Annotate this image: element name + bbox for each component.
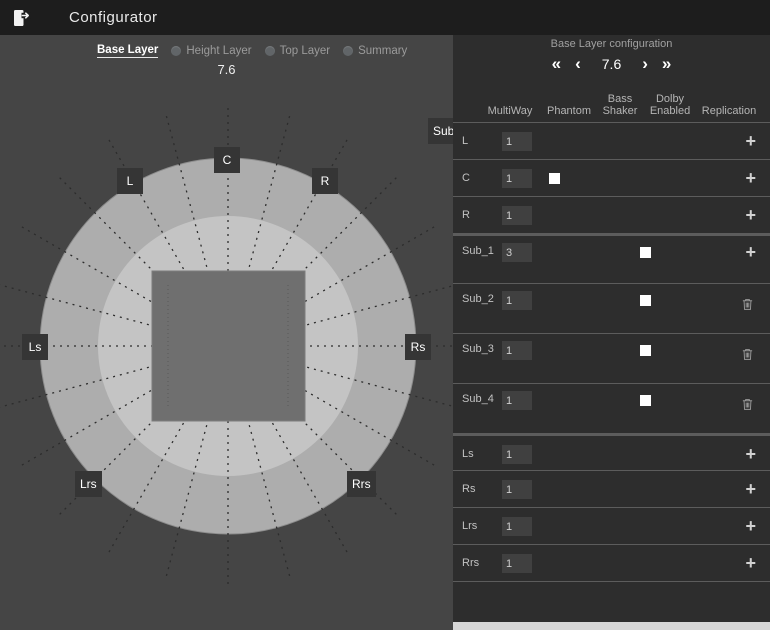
config-navigator: « ‹ 7.6 › » bbox=[453, 51, 770, 77]
add-replication-button[interactable]: + bbox=[745, 204, 756, 226]
speaker-row-rrs: Rrs + bbox=[453, 544, 770, 581]
phantom-checkbox[interactable] bbox=[549, 173, 560, 184]
speaker-label-rrs: Rrs bbox=[347, 471, 376, 497]
row-label: R bbox=[462, 209, 470, 221]
speaker-label-ls: Ls bbox=[22, 334, 48, 360]
column-multiway: MultiWay bbox=[488, 105, 533, 117]
multiway-input[interactable] bbox=[502, 391, 532, 410]
row-label: Lrs bbox=[462, 520, 477, 532]
speaker-table: L + C + R + Sub_1 + Sub_2 bbox=[453, 122, 770, 582]
speaker-row-l: L + bbox=[453, 122, 770, 159]
multiway-input[interactable] bbox=[502, 132, 532, 151]
speaker-layout-canvas: C L R Ls Rs Lrs Rrs Sub Base Layer Heigh… bbox=[0, 35, 453, 630]
speaker-label-rs: Rs bbox=[405, 334, 431, 360]
speaker-row-ls: Ls + bbox=[453, 433, 770, 470]
row-label: Ls bbox=[462, 448, 474, 460]
column-replication: Replication bbox=[702, 105, 756, 117]
speaker-row-sub1: Sub_1 + bbox=[453, 233, 770, 283]
add-replication-button[interactable]: + bbox=[745, 515, 756, 537]
multiway-input[interactable] bbox=[502, 169, 532, 188]
trash-icon bbox=[741, 397, 754, 411]
speaker-label-lrs: Lrs bbox=[75, 471, 102, 497]
speaker-row-sub4: Sub_4 bbox=[453, 383, 770, 433]
layer-tabs: Base Layer Height Layer Top Layer Summar… bbox=[97, 44, 407, 58]
speaker-row-sub3: Sub_3 bbox=[453, 333, 770, 383]
bass-shaker-checkbox[interactable] bbox=[640, 247, 651, 258]
tab-top-layer[interactable]: Top Layer bbox=[265, 45, 331, 57]
add-replication-button[interactable]: + bbox=[745, 443, 756, 465]
add-replication-button[interactable]: + bbox=[745, 130, 756, 152]
multiway-input[interactable] bbox=[502, 206, 532, 225]
current-config-label: 7.6 bbox=[0, 62, 453, 77]
speaker-label-c: C bbox=[214, 147, 240, 173]
row-label: Rs bbox=[462, 483, 475, 495]
multiway-input[interactable] bbox=[502, 341, 532, 360]
add-replication-button[interactable]: + bbox=[745, 552, 756, 574]
speaker-layout-diagram bbox=[0, 35, 453, 630]
app-title: Configurator bbox=[69, 9, 158, 26]
panel-title: Base Layer configuration bbox=[453, 38, 770, 50]
speaker-label-r: R bbox=[312, 168, 338, 194]
delete-speaker-button[interactable] bbox=[741, 297, 754, 314]
add-replication-button[interactable]: + bbox=[745, 167, 756, 189]
multiway-input[interactable] bbox=[502, 517, 532, 536]
nav-prev-button[interactable]: ‹ bbox=[568, 53, 588, 75]
nav-config-value: 7.6 bbox=[602, 56, 621, 72]
speaker-row-r: R + bbox=[453, 196, 770, 233]
row-label: Sub_2 bbox=[462, 293, 494, 305]
radio-dot-icon bbox=[171, 46, 181, 56]
delete-speaker-button[interactable] bbox=[741, 347, 754, 364]
row-label: C bbox=[462, 172, 470, 184]
trash-icon bbox=[741, 297, 754, 311]
row-label: Sub_3 bbox=[462, 343, 494, 355]
tab-base-layer[interactable]: Base Layer bbox=[97, 44, 158, 58]
tab-summary[interactable]: Summary bbox=[343, 45, 407, 57]
column-bass-shaker: Bass Shaker bbox=[597, 93, 643, 117]
add-replication-button[interactable]: + bbox=[745, 241, 756, 263]
nav-next-button[interactable]: › bbox=[635, 53, 655, 75]
multiway-input[interactable] bbox=[502, 554, 532, 573]
row-label: Sub_1 bbox=[462, 245, 494, 257]
base-layer-config-panel: Base Layer configuration « ‹ 7.6 › » Mul… bbox=[453, 35, 770, 630]
speaker-row-sub2: Sub_2 bbox=[453, 283, 770, 333]
speaker-row-c: C + bbox=[453, 159, 770, 196]
column-dolby-enabled: Dolby Enabled bbox=[644, 93, 696, 117]
radio-dot-icon bbox=[343, 46, 353, 56]
bass-shaker-checkbox[interactable] bbox=[640, 295, 651, 306]
exit-icon[interactable] bbox=[9, 6, 33, 30]
nav-first-button[interactable]: « bbox=[545, 53, 568, 75]
tab-height-layer[interactable]: Height Layer bbox=[171, 45, 251, 57]
multiway-input[interactable] bbox=[502, 480, 532, 499]
trash-icon bbox=[741, 347, 754, 361]
multiway-input[interactable] bbox=[502, 243, 532, 262]
horizontal-scrollbar[interactable] bbox=[453, 622, 770, 630]
table-header: MultiWay Phantom Bass Shaker Dolby Enabl… bbox=[453, 78, 770, 122]
add-replication-button[interactable]: + bbox=[745, 478, 756, 500]
column-phantom: Phantom bbox=[547, 105, 591, 117]
speaker-row-rs: Rs + bbox=[453, 470, 770, 507]
speaker-label-l: L bbox=[117, 168, 143, 194]
speaker-row-lrs: Lrs + bbox=[453, 507, 770, 544]
nav-last-button[interactable]: » bbox=[655, 53, 678, 75]
delete-speaker-button[interactable] bbox=[741, 397, 754, 414]
multiway-input[interactable] bbox=[502, 291, 532, 310]
multiway-input[interactable] bbox=[502, 445, 532, 464]
radio-dot-icon bbox=[265, 46, 275, 56]
room-square bbox=[152, 271, 305, 421]
bass-shaker-checkbox[interactable] bbox=[640, 345, 651, 356]
bass-shaker-checkbox[interactable] bbox=[640, 395, 651, 406]
row-label: L bbox=[462, 135, 468, 147]
row-label: Sub_4 bbox=[462, 393, 494, 405]
top-bar: Configurator bbox=[0, 0, 770, 35]
row-label: Rrs bbox=[462, 557, 479, 569]
speaker-label-sub: Sub bbox=[428, 118, 453, 144]
